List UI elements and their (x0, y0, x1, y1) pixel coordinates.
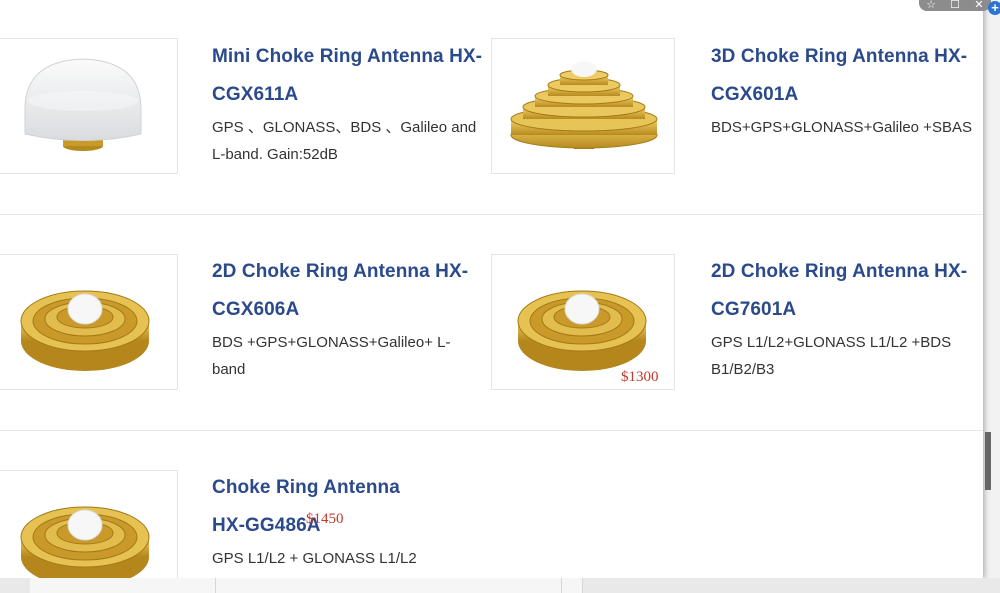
product-image-4[interactable]: $1300 (491, 254, 675, 390)
close-icon[interactable]: ✕ (972, 0, 986, 11)
product-title-1[interactable]: Mini Choke Ring Antenna HX-CGX611A (212, 38, 487, 114)
product-price-4: $1300 (621, 369, 659, 385)
product-image-5[interactable] (0, 470, 178, 578)
product-title-4[interactable]: 2D Choke Ring Antenna HX-CG7601A (711, 253, 983, 329)
gold-stacked-choke-ring-image (510, 61, 658, 149)
product-desc-1: GPS 、GLONASS、BDS 、Galileo and L-band. Ga… (212, 119, 477, 163)
product-image-1[interactable] (0, 38, 178, 174)
product-title-2[interactable]: 3D Choke Ring Antenna HX-CGX601A (711, 38, 983, 114)
background-strip (0, 578, 1000, 593)
product-title-3[interactable]: 2D Choke Ring Antenna HX-CGX606A (212, 253, 487, 329)
plus-circle-icon[interactable]: + (988, 1, 1000, 15)
product-desc-3: BDS +GPS+GLONASS+Galileo+ L-band (212, 334, 451, 378)
gold-choke-ring-image (20, 290, 150, 371)
product-desc-5: GPS L1/L2 + GLONASS L1/L2 (212, 550, 417, 567)
row-divider (0, 430, 983, 431)
product-price-5: $1450 (306, 511, 344, 527)
window-toolbar: ☆ ☐ ✕ (919, 0, 991, 11)
product-image-2[interactable] (491, 38, 675, 174)
product-image-3[interactable] (0, 254, 178, 390)
scrollbar-thumb[interactable] (985, 432, 991, 490)
product-desc-2: BDS+GPS+GLONASS+Galileo +SBAS (711, 119, 972, 136)
product-panel: Mini Choke Ring Antenna HX-CGX611A GPS 、… (0, 0, 983, 578)
gold-choke-ring-image (20, 506, 150, 578)
product-title-5[interactable]: Choke Ring Antenna HX-GG486A (212, 469, 412, 545)
white-dome-antenna-image (24, 58, 142, 151)
pin-icon[interactable]: ☆ (924, 0, 938, 11)
restore-icon[interactable]: ☐ (948, 0, 962, 11)
product-desc-4: GPS L1/L2+GLONASS L1/L2 +BDS B1/B2/B3 (711, 334, 952, 378)
row-divider (0, 214, 983, 215)
